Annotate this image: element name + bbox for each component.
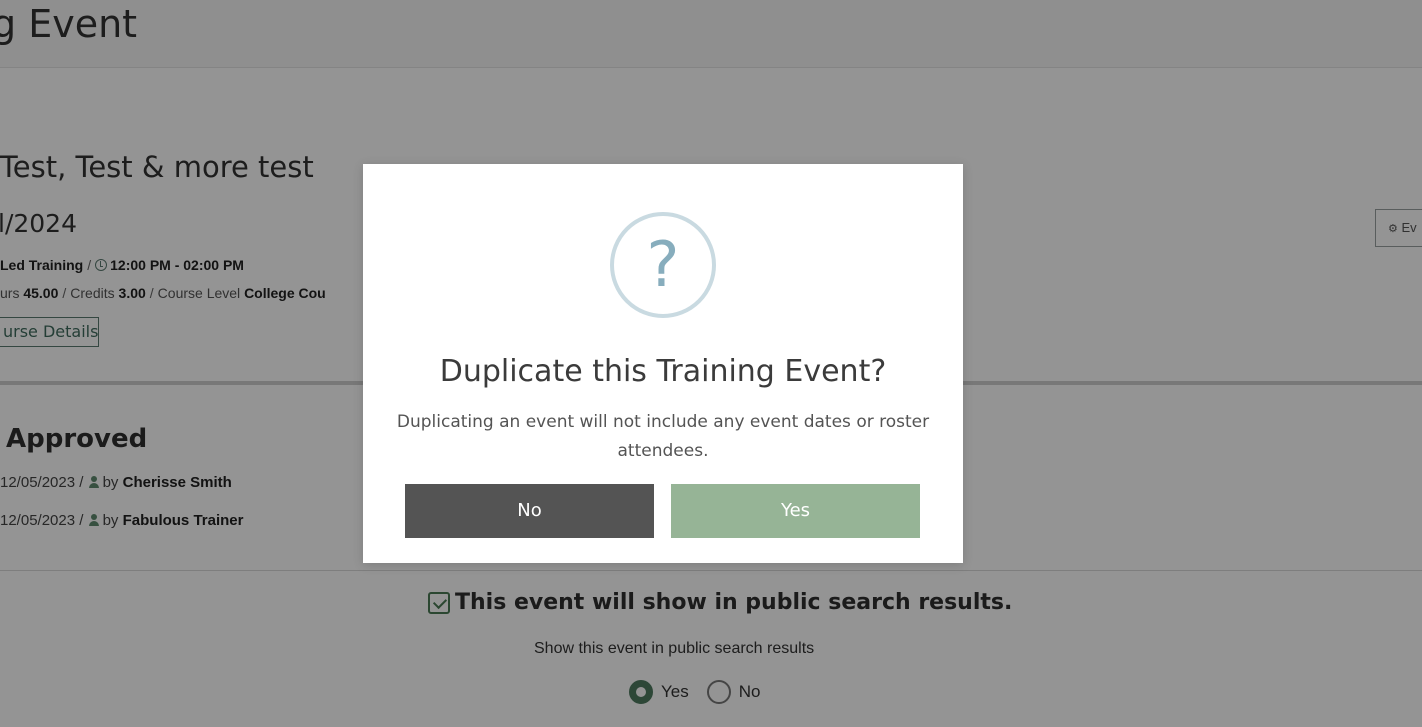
yes-button[interactable]: Yes <box>671 484 920 538</box>
duplicate-event-dialog: ? Duplicate this Training Event? Duplica… <box>363 164 963 563</box>
dialog-message: Duplicating an event will not include an… <box>396 412 930 461</box>
no-button[interactable]: No <box>405 484 654 538</box>
question-mark-glyph: ? <box>646 228 680 301</box>
dialog-title: Duplicate this Training Event? <box>439 354 887 389</box>
question-mark-icon: ? <box>610 212 716 318</box>
